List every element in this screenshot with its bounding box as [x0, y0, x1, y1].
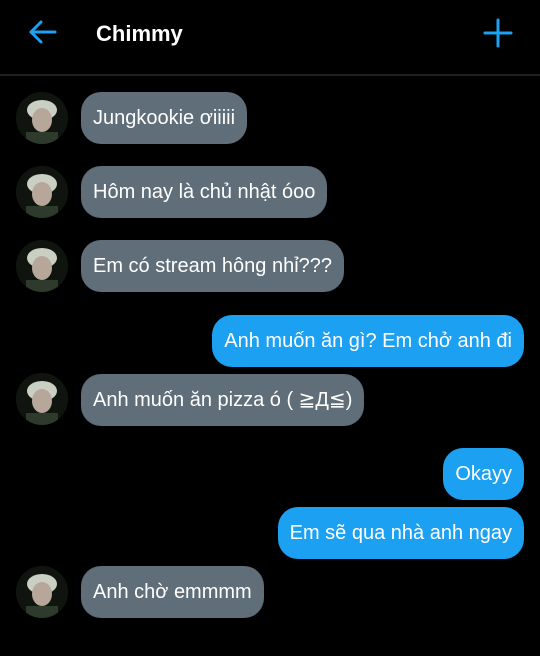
message-bubble-outgoing[interactable]: Anh muốn ăn gì? Em chở anh đi — [212, 315, 524, 367]
conversation-title: Chimmy — [96, 21, 183, 46]
message-bubble-outgoing[interactable]: Okayy — [443, 448, 524, 500]
back-button[interactable] — [22, 14, 62, 54]
message-bubble-incoming[interactable]: Anh chờ emmmm — [81, 566, 264, 618]
chat-header: Chimmy — [0, 0, 540, 76]
message-bubble-outgoing[interactable]: Em sẽ qua nhà anh ngay — [277, 507, 524, 559]
contact-avatar[interactable] — [16, 240, 68, 292]
avatar-photo — [16, 166, 68, 218]
avatar-photo — [16, 566, 68, 618]
contact-avatar[interactable] — [16, 166, 68, 218]
message-bubble-incoming[interactable]: Em có stream hông nhỉ??? — [81, 240, 345, 292]
plus-icon — [483, 18, 513, 48]
message-bubble-incoming[interactable]: Anh muốn ăn pizza ó ( ≧Д≦) — [81, 374, 365, 426]
arrow-left-icon — [29, 20, 57, 44]
avatar-photo — [16, 240, 68, 292]
contact-avatar[interactable] — [16, 92, 68, 144]
message-bubble-incoming[interactable]: Jungkookie ơiiiii — [81, 92, 248, 144]
message-bubble-incoming[interactable]: Hôm nay là chủ nhật óoo — [81, 166, 328, 218]
add-button[interactable] — [478, 12, 518, 52]
contact-avatar[interactable] — [16, 566, 68, 618]
contact-avatar[interactable] — [16, 373, 68, 425]
avatar-photo — [16, 373, 68, 425]
avatar-photo — [16, 92, 68, 144]
